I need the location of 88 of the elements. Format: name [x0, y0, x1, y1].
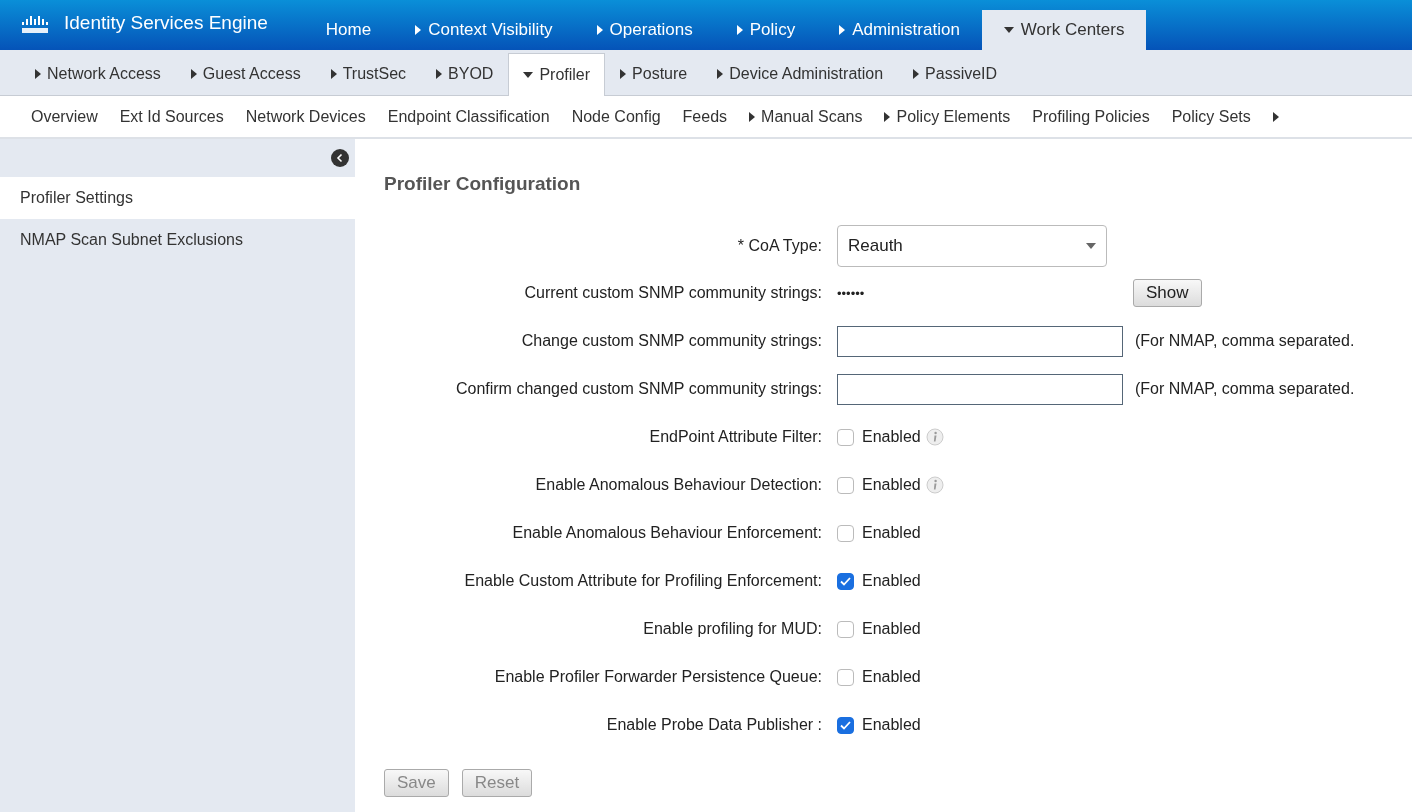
checkbox-label: Enabled	[862, 476, 921, 494]
checkbox[interactable]	[837, 620, 854, 638]
field-label: Current custom SNMP community strings:	[523, 283, 823, 303]
field-label: Enable Profiler Forwarder Persistence Queue:	[493, 667, 823, 687]
tab-label: Posture	[632, 65, 688, 83]
work-center-tab[interactable]: TrustSec	[315, 51, 422, 96]
tab-label: Device Administration	[729, 65, 884, 83]
product-title: Identity Services Engine	[64, 12, 268, 35]
checkbox-label: Enabled	[862, 716, 921, 734]
caret-icon	[35, 69, 41, 79]
menu-item[interactable]: Feeds	[682, 107, 728, 126]
checkbox-label: Enabled	[862, 428, 921, 446]
field-label: Enable Custom Attribute for Profiling Enforcement:	[463, 571, 823, 591]
coa-type-select[interactable]: Reauth	[837, 225, 1107, 267]
tab-label: Network Access	[47, 65, 161, 83]
work-center-tab[interactable]: Profiler	[508, 53, 606, 96]
caret-icon	[1086, 243, 1096, 249]
input-field[interactable]	[837, 373, 1123, 405]
work-center-tab[interactable]: Device Administration	[702, 51, 899, 96]
caret-icon	[330, 69, 337, 79]
tab-label: BYOD	[448, 65, 494, 83]
work-center-tab[interactable]: Guest Access	[175, 51, 316, 96]
tab-label: TrustSec	[342, 65, 407, 83]
tab-label: Context Visibility	[428, 20, 553, 40]
checkbox[interactable]	[837, 668, 854, 686]
caret-icon	[620, 69, 627, 79]
menu-item[interactable]: Profiling Policies	[1032, 107, 1150, 126]
menu-item[interactable]: Node Config	[571, 107, 661, 126]
menu-item[interactable]: Manual Scans	[761, 107, 863, 126]
tab-label: Home	[325, 20, 372, 40]
menu-item[interactable]: Policy Sets	[1171, 107, 1251, 126]
tab-label: Profiler	[539, 66, 591, 84]
tab-label: PassiveID	[925, 65, 998, 83]
menu-item[interactable]: Endpoint Classification	[387, 107, 550, 126]
checkbox[interactable]	[837, 476, 854, 494]
nav-tab[interactable]: Policy	[714, 10, 818, 50]
tab-label: Guest Access	[202, 65, 301, 83]
field-label: Enable Probe Data Publisher :	[605, 715, 823, 735]
work-center-tab[interactable]: Network Access	[20, 51, 176, 96]
caret-icon	[717, 69, 724, 79]
tab-label: Policy	[749, 20, 796, 40]
field-label: EndPoint Attribute Filter:	[648, 427, 823, 447]
nav-tab[interactable]: Context Visibility	[393, 10, 575, 50]
menu-item[interactable]: Policy Elements	[896, 107, 1011, 126]
field-label: * CoA Type:	[736, 236, 823, 256]
sidebar-item[interactable]: Profiler Settings	[0, 177, 355, 219]
checkbox-label: Enabled	[862, 572, 921, 590]
menu-item[interactable]: Overview	[31, 107, 98, 126]
check-icon	[840, 720, 851, 730]
checkbox[interactable]	[837, 716, 854, 734]
checkbox[interactable]	[837, 524, 854, 542]
check-icon	[840, 576, 851, 586]
tab-label: Work Centers	[1020, 20, 1125, 40]
caret-icon	[436, 69, 443, 79]
work-center-tab[interactable]: Posture	[605, 51, 703, 96]
collapse-icon[interactable]	[331, 149, 349, 167]
tab-label: Administration	[852, 20, 960, 40]
page-title: Profiler Configuration	[384, 173, 582, 195]
field-hint: (For NMAP, comma separated.	[1135, 380, 1355, 398]
caret-icon	[913, 69, 920, 79]
field-label: Change custom SNMP community strings:	[520, 331, 823, 351]
field-label: Enable profiling for MUD:	[642, 619, 823, 639]
work-center-tab[interactable]: PassiveID	[898, 51, 1013, 96]
menu-item[interactable]: Ext Id Sources	[119, 107, 224, 126]
input-field[interactable]	[837, 325, 1123, 357]
nav-tab[interactable]: Home	[303, 10, 394, 50]
select-value: Reauth	[848, 236, 903, 256]
checkbox-label: Enabled	[862, 668, 921, 686]
menu-item[interactable]: Network Devices	[245, 107, 366, 126]
sidebar-item[interactable]: NMAP Scan Subnet Exclusions	[0, 219, 355, 261]
field-label: Enable Anomalous Behaviour Enforcement:	[511, 523, 823, 543]
nav-tab[interactable]: Operations	[574, 10, 715, 50]
checkbox[interactable]	[837, 572, 854, 590]
checkbox[interactable]	[837, 428, 854, 446]
field-label: Enable Anomalous Behaviour Detection:	[534, 475, 823, 495]
checkbox-label: Enabled	[862, 620, 921, 638]
logo-icon	[20, 15, 50, 35]
field-label: Confirm changed custom SNMP community strings:	[454, 379, 823, 399]
checkbox-label: Enabled	[862, 524, 921, 542]
tab-label: Operations	[609, 20, 693, 40]
nav-tab[interactable]: Work Centers	[981, 10, 1147, 50]
work-center-tab[interactable]: BYOD	[421, 51, 509, 96]
show-button[interactable]: Show	[1133, 279, 1202, 307]
nav-tab[interactable]: Administration	[817, 10, 982, 50]
caret-icon	[190, 69, 197, 79]
secret-value: ••••••	[837, 285, 866, 301]
field-hint: (For NMAP, comma separated.	[1135, 332, 1355, 350]
caret-icon	[523, 72, 534, 78]
